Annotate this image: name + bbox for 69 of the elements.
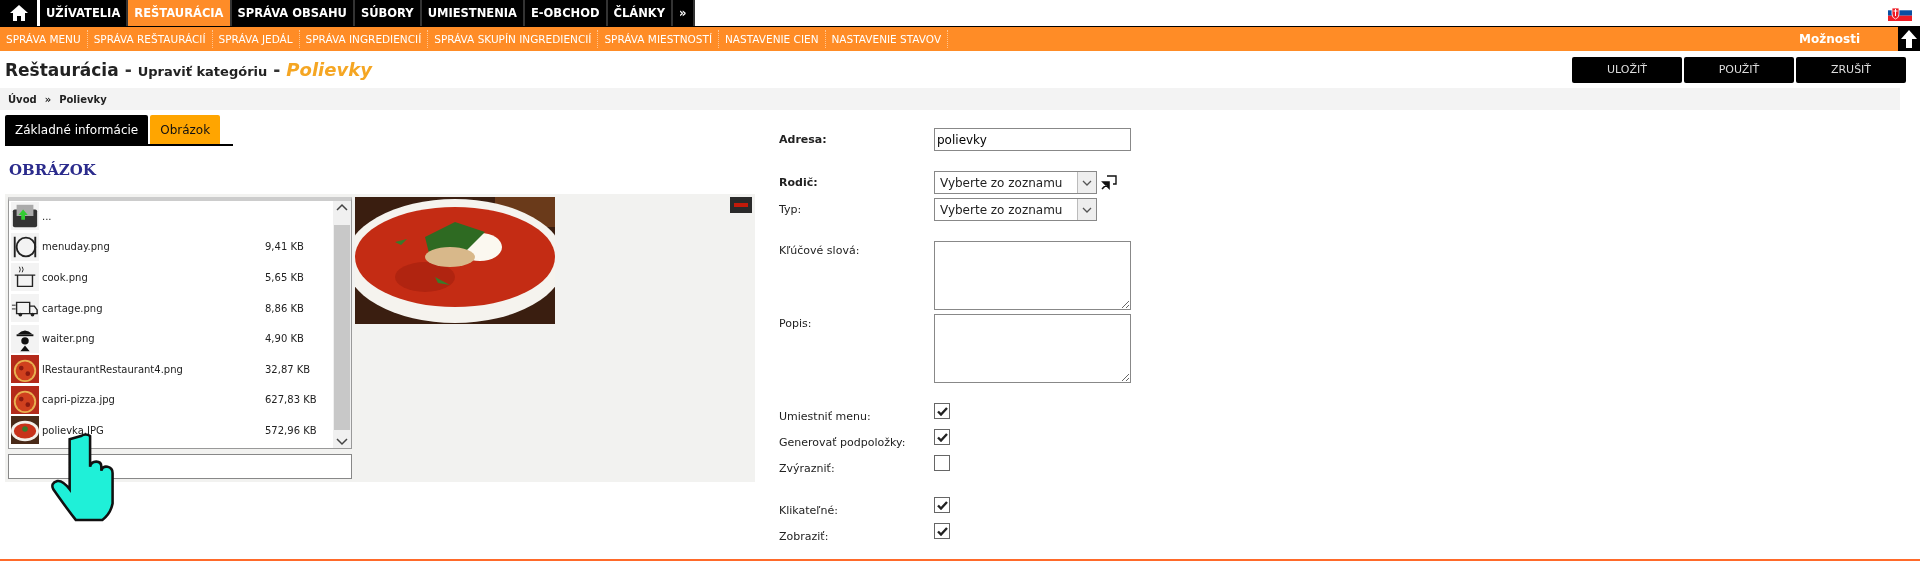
file-name[interactable]: ... [42, 210, 333, 222]
action-button[interactable]: ULOŽIŤ [1572, 56, 1682, 83]
field-label: Typ: [779, 202, 803, 216]
section-heading: OBRÁZOK [9, 160, 98, 181]
waiter-icon[interactable] [11, 324, 39, 353]
field-label: Generovať podpoložky: [779, 435, 907, 449]
file-size: 8,86 KB [265, 302, 305, 314]
dropdown[interactable]: Vyberte zo zoznamu [934, 198, 1097, 221]
page-title: - [273, 60, 281, 80]
file-name[interactable]: cook.png [42, 272, 265, 283]
nav-tab[interactable]: SÚBORY [354, 0, 422, 26]
dropdown[interactable]: Vyberte zo zoznamu [934, 171, 1097, 194]
file-size: 32,87 KB [265, 363, 312, 375]
nav-tab[interactable]: UŽÍVATELIA [40, 0, 129, 26]
file-size: 572,96 KB [265, 424, 318, 436]
nav-tab[interactable]: » [673, 0, 695, 26]
checkbox[interactable] [934, 455, 950, 471]
checkbox[interactable] [934, 497, 950, 513]
file-size: 627,83 KB [265, 394, 318, 406]
nav-tab[interactable]: SPRÁVA OBSAHU [231, 0, 355, 26]
checkbox[interactable] [934, 523, 950, 539]
field-label: Zvýrazniť: [779, 461, 836, 475]
page-title: Reštaurácia [5, 60, 119, 80]
chevron-down-icon[interactable] [1082, 179, 1092, 186]
home-button[interactable] [0, 0, 37, 26]
action-button[interactable]: ZRUŠIŤ [1796, 56, 1906, 83]
text-field[interactable]: polievky [934, 128, 1131, 151]
breadcrumb-link[interactable]: Úvod [8, 93, 37, 105]
tab[interactable]: Obrázok [150, 115, 221, 144]
tab[interactable]: Základné informácie [5, 115, 149, 144]
file-name[interactable]: polievka.JPG [42, 424, 265, 436]
page-title: Polievky [286, 59, 372, 80]
nav-tab[interactable]: ČLÁNKY [607, 0, 674, 26]
popup-icon[interactable] [1101, 174, 1117, 190]
text-area[interactable] [934, 241, 1131, 310]
home-icon[interactable] [8, 4, 29, 22]
folder-icon[interactable] [11, 202, 39, 231]
field-label: Popis: [779, 316, 813, 330]
checkbox[interactable] [934, 429, 950, 445]
field-label: Klikateľné: [779, 503, 839, 517]
checkbox[interactable] [934, 403, 950, 419]
up-arrow-button[interactable] [1898, 27, 1920, 51]
file-name[interactable]: capri-pizza.jpg [42, 394, 265, 406]
truck-icon[interactable] [11, 294, 39, 323]
nav-tab[interactable]: UMIESTNENIA [421, 0, 525, 26]
text-area[interactable] [934, 314, 1131, 383]
file-name[interactable]: cartage.png [42, 302, 265, 314]
file-size: 9,41 KB [265, 241, 305, 253]
breadcrumb-link[interactable]: Polievky [59, 93, 107, 105]
flag-icon[interactable] [1888, 5, 1912, 21]
scrollbar[interactable] [333, 201, 351, 448]
field-label: Zobraziť: [779, 529, 830, 543]
chevron-down-icon[interactable] [1082, 206, 1092, 213]
action-button[interactable]: POUŽIŤ [1684, 56, 1794, 83]
page-title: Upraviť kategóriu [137, 64, 268, 79]
file-name[interactable]: lRestaurantRestaurant4.png [42, 363, 265, 375]
field-label: Rodič: [779, 175, 819, 189]
file-size: 5,65 KB [265, 272, 305, 283]
field-label: Umiestniť menu: [779, 409, 872, 423]
file-name[interactable]: menuday.png [42, 241, 265, 253]
pot-icon[interactable] [11, 263, 39, 292]
field-label: Kľúčové slová: [779, 243, 861, 257]
breadcrumb-separator: » [44, 93, 52, 105]
field-label: Adresa: [779, 132, 828, 146]
file-size: 4,90 KB [265, 333, 305, 345]
page-title: - [124, 60, 132, 80]
file-name[interactable]: waiter.png [42, 333, 265, 345]
plate-icon[interactable] [11, 232, 39, 261]
nav-tab[interactable]: E-OBCHOD [524, 0, 608, 26]
